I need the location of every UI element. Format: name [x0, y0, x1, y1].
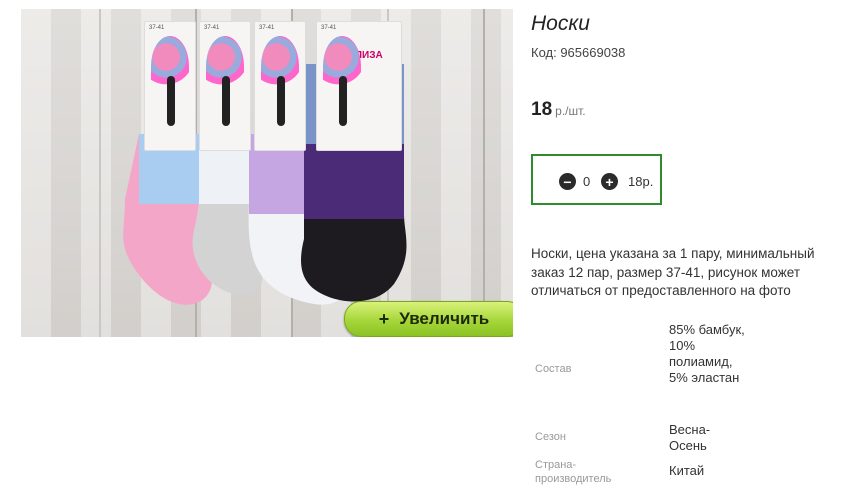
package-card: 37-41 ЛИЗА	[316, 21, 402, 151]
spec-label-country: Страна-производитель	[535, 459, 612, 485]
product-code: Код: 965669038	[531, 45, 626, 60]
card-figure	[339, 76, 347, 126]
zoom-plus-icon: +	[378, 308, 390, 329]
spec-value-country: Китай	[669, 463, 705, 478]
zoom-button[interactable]: + Увеличить	[344, 301, 513, 337]
card-figure	[167, 76, 175, 126]
card-size-text: 37-41	[204, 25, 220, 31]
card-figure	[277, 76, 285, 126]
quantity-stepper: − 0 + 18р.	[531, 154, 662, 205]
package-card: 37-41	[199, 21, 251, 151]
product-price: 18 р./шт.	[531, 99, 586, 121]
quantity-value: 0	[583, 174, 591, 189]
price-unit: р./шт.	[555, 104, 586, 118]
plus-circle-icon[interactable]: +	[601, 173, 618, 190]
product-description: Носки, цена указана за 1 пару, минимальн…	[531, 246, 815, 298]
card-figure	[222, 76, 230, 126]
product-photo[interactable]: 37-41 37-41 37-41 37-41 ЛИЗА + Увеличить	[21, 9, 513, 337]
spec-label-season: Сезон	[535, 431, 566, 443]
card-size-text: 37-41	[259, 25, 275, 31]
package-card: 37-41	[144, 21, 196, 151]
spec-label-composition: Состав	[535, 363, 572, 375]
price-value: 18	[531, 99, 553, 120]
spec-value-season: Весна-Осень	[669, 422, 711, 453]
quantity-sum: 18р.	[628, 174, 654, 189]
package-card: 37-41	[254, 21, 306, 151]
minus-circle-icon[interactable]: −	[559, 173, 576, 190]
card-size-text: 37-41	[321, 25, 337, 31]
spec-value-composition: 85% бамбук, 10% полиамид, 5% эластан	[669, 322, 745, 385]
card-size-text: 37-41	[149, 25, 165, 31]
product-title: Носки	[531, 12, 590, 35]
zoom-button-label: Увеличить	[399, 309, 490, 328]
